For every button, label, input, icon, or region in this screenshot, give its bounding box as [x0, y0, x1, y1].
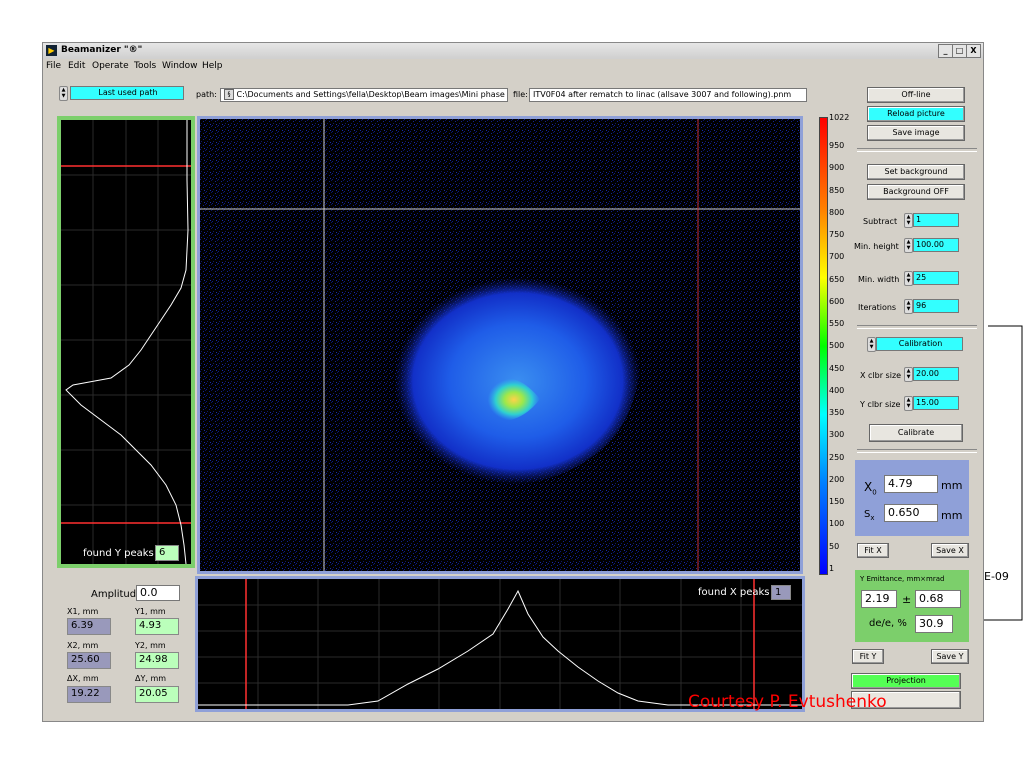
- y1-value: 4.93: [135, 618, 179, 635]
- y-peaks-label: found Y peaks: [83, 548, 154, 559]
- x0-value: 4.79: [884, 475, 938, 493]
- divider: [857, 148, 977, 152]
- min-width-field[interactable]: 25: [913, 271, 959, 285]
- sx-label: Sx: [864, 509, 875, 522]
- set-background-button[interactable]: Set background: [867, 164, 965, 180]
- dx-label: ΔX, mm: [67, 674, 99, 683]
- min-width-label: Min. width: [858, 275, 900, 284]
- emittance-title: Y Emittance, mm×mrad: [860, 575, 945, 583]
- x-clbr-size-field[interactable]: 20.00: [913, 367, 959, 381]
- menu-window[interactable]: Window: [162, 61, 198, 71]
- save-image-button[interactable]: Save image: [867, 125, 965, 141]
- window-title: Beamanizer "®": [61, 45, 143, 55]
- subtract-spinner-icon[interactable]: ▲ ▼: [904, 213, 913, 228]
- color-scale-bar: [819, 117, 828, 575]
- folder-browse-icon[interactable]: §: [224, 89, 234, 100]
- minimize-icon[interactable]: _: [938, 44, 953, 58]
- projection-button[interactable]: Projection: [851, 673, 961, 689]
- calibrate-button[interactable]: Calibrate: [869, 424, 963, 442]
- path-mode-field[interactable]: Last used path: [70, 86, 184, 100]
- y-clbr-size-field[interactable]: 15.00: [913, 396, 959, 410]
- fit-y-button[interactable]: Fit Y: [852, 649, 884, 664]
- dx-value: 19.22: [67, 686, 111, 703]
- min-height-spinner-icon[interactable]: ▲ ▼: [904, 238, 913, 253]
- min-height-label: Min. height: [854, 242, 899, 251]
- fit-x-button[interactable]: Fit X: [857, 543, 889, 558]
- iterations-field[interactable]: 96: [913, 299, 959, 313]
- offline-button[interactable]: Off-line: [867, 87, 965, 103]
- menu-bar: File Edit Operate Tools Window Help: [43, 60, 983, 72]
- y2-label: Y2, mm: [135, 641, 166, 650]
- file-field[interactable]: ITV0F04 after rematch to linac (allsave …: [529, 88, 807, 102]
- x-profile-plot: [198, 579, 802, 709]
- beam-image: [200, 119, 800, 571]
- menu-operate[interactable]: Operate: [92, 61, 129, 71]
- calibration-field[interactable]: Calibration: [876, 337, 963, 351]
- save-y-button[interactable]: Save Y: [931, 649, 969, 664]
- x-clbr-spinner-icon[interactable]: ▲ ▼: [904, 367, 913, 382]
- amplitude-label: Amplitude: [91, 589, 143, 600]
- sx-value: 0.650: [884, 504, 938, 522]
- iterations-label: Iterations: [858, 303, 897, 312]
- x-peaks-label: found X peaks: [698, 587, 770, 598]
- divider: [857, 325, 977, 329]
- y-clbr-spinner-icon[interactable]: ▲ ▼: [904, 396, 913, 411]
- menu-edit[interactable]: Edit: [68, 61, 85, 71]
- x1-value: 6.39: [67, 618, 111, 635]
- close-icon[interactable]: X: [966, 44, 981, 58]
- min-height-field[interactable]: 100.00: [913, 238, 959, 252]
- subtract-label: Subtract: [863, 217, 898, 226]
- calibration-spinner-icon[interactable]: ▲ ▼: [867, 337, 876, 352]
- sx-unit: mm: [941, 509, 963, 522]
- courtesy-note: Courtesy P. Evtushenko: [688, 692, 887, 712]
- emittance-value: 2.19: [861, 590, 897, 608]
- y1-label: Y1, mm: [135, 607, 166, 616]
- dy-label: ΔY, mm: [135, 674, 167, 683]
- dy-value: 20.05: [135, 686, 179, 703]
- path-value: C:\Documents and Settings\fella\Desktop\…: [236, 90, 505, 99]
- amplitude-field[interactable]: 0.0: [136, 585, 180, 601]
- plus-minus-icon: ±: [902, 593, 912, 606]
- y-profile-plot: [61, 120, 191, 564]
- de-value: 30.9: [915, 615, 953, 633]
- y2-value: 24.98: [135, 652, 179, 669]
- x0-unit: mm: [941, 479, 963, 492]
- divider: [857, 449, 977, 453]
- y-peaks-value: 6: [155, 545, 179, 561]
- x1-label: X1, mm: [67, 607, 99, 616]
- x-clbr-size-label: X clbr size: [860, 371, 902, 380]
- de-label: de/e, %: [869, 618, 907, 629]
- menu-tools[interactable]: Tools: [134, 61, 156, 71]
- fit-result-panel: [855, 460, 969, 536]
- x0-label: X0: [864, 480, 877, 497]
- labview-app-icon: ▶: [46, 45, 57, 56]
- outside-label: E-09: [984, 570, 1009, 583]
- save-x-button[interactable]: Save X: [931, 543, 969, 558]
- reload-picture-button[interactable]: Reload picture: [867, 106, 965, 122]
- x-peaks-value: 1: [771, 585, 791, 600]
- app-window: ▶ Beamanizer "®" _ □ X File Edit Operate…: [42, 42, 984, 722]
- subtract-field[interactable]: 1: [913, 213, 959, 227]
- menu-help[interactable]: Help: [202, 61, 223, 71]
- y-clbr-size-label: Y clbr size: [860, 400, 901, 409]
- path-field[interactable]: § C:\Documents and Settings\fella\Deskto…: [220, 88, 508, 102]
- background-off-button[interactable]: Background OFF: [867, 184, 965, 200]
- min-width-spinner-icon[interactable]: ▲ ▼: [904, 271, 913, 286]
- x2-value: 25.60: [67, 652, 111, 669]
- emittance-error: 0.68: [915, 590, 961, 608]
- iterations-spinner-icon[interactable]: ▲ ▼: [904, 299, 913, 314]
- title-bar: ▶ Beamanizer "®" _ □ X: [43, 43, 983, 59]
- path-mode-spinner-icon[interactable]: ▲ ▼: [59, 86, 68, 101]
- path-label: path:: [196, 90, 217, 99]
- maximize-icon[interactable]: □: [952, 44, 967, 58]
- file-label: file:: [513, 90, 528, 99]
- menu-file[interactable]: File: [46, 61, 61, 71]
- x2-label: X2, mm: [67, 641, 99, 650]
